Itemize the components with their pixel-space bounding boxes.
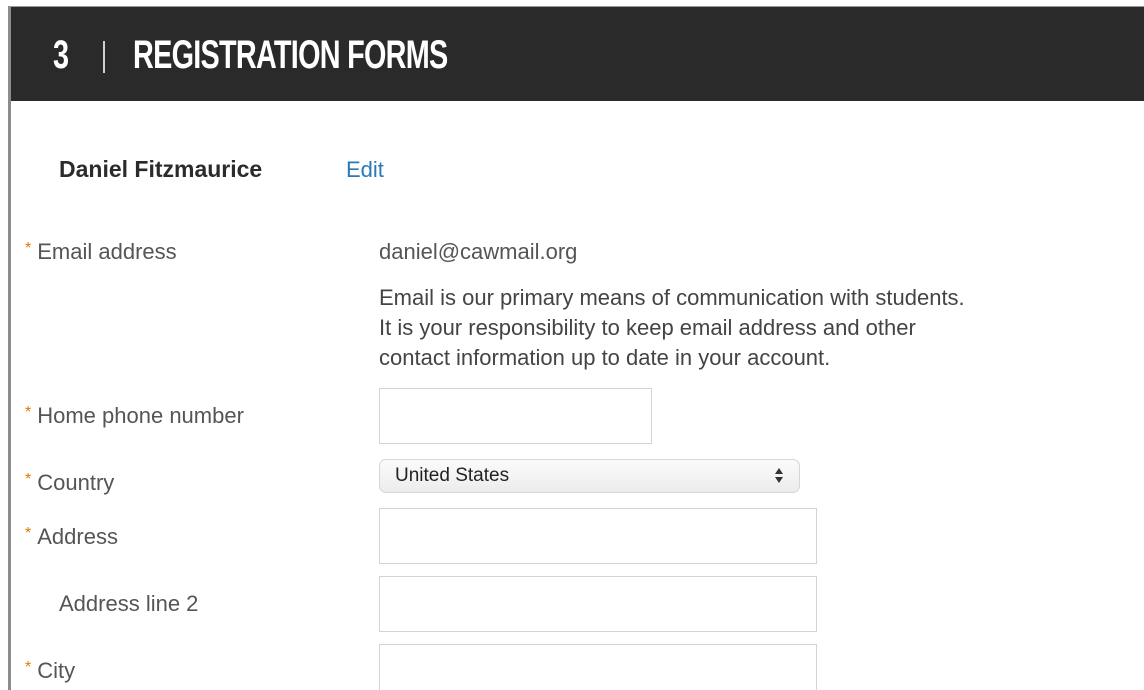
country-select[interactable]: United States — [379, 459, 800, 493]
home-phone-label-text: Home phone number — [37, 403, 244, 428]
email-label: * Email address — [25, 239, 177, 265]
required-marker: * — [25, 659, 32, 676]
required-marker: * — [25, 240, 32, 257]
address-line2-label: Address line 2 — [59, 591, 199, 616]
select-arrows-icon — [775, 466, 785, 486]
arrow-down-icon — [775, 477, 783, 483]
edit-profile-link[interactable]: Edit — [346, 157, 384, 183]
city-label: * City — [25, 658, 75, 684]
header-divider — [103, 41, 105, 73]
home-phone-input[interactable] — [379, 388, 652, 444]
home-phone-label: * Home phone number — [25, 403, 244, 429]
email-help-line-1: Email is our primary means of communicat… — [379, 285, 965, 310]
required-marker: * — [25, 471, 32, 488]
registration-panel: 3 REGISTRATION FORMS Daniel Fitzmaurice … — [8, 6, 1144, 690]
address-line2-input[interactable] — [379, 576, 817, 632]
required-marker: * — [25, 525, 32, 542]
city-label-text: City — [37, 658, 76, 683]
section-header: 3 REGISTRATION FORMS — [11, 7, 1144, 101]
user-name: Daniel Fitzmaurice — [59, 156, 263, 182]
email-label-text: Email address — [37, 239, 177, 264]
step-number: 3 — [53, 33, 70, 77]
arrow-up-icon — [775, 468, 783, 474]
section-title: REGISTRATION FORMS — [133, 33, 448, 77]
email-help-line-3: contact information up to date in your a… — [379, 345, 831, 370]
country-label: * Country — [25, 470, 114, 496]
city-input[interactable] — [379, 644, 817, 690]
email-value: daniel@cawmail.org — [379, 239, 578, 264]
address-input[interactable] — [379, 508, 817, 564]
country-selected-value: United States — [395, 465, 510, 486]
address-label-text: Address — [37, 524, 118, 549]
email-help-line-2: It is your responsibility to keep email … — [379, 315, 916, 340]
country-label-text: Country — [37, 470, 115, 495]
address-label: * Address — [25, 524, 118, 550]
required-marker: * — [25, 404, 32, 421]
